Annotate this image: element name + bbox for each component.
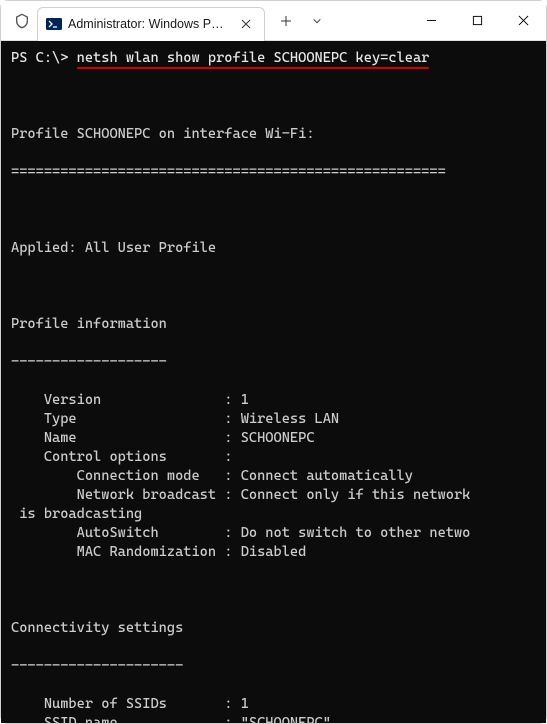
shield-icon (13, 12, 31, 30)
tab-title: Administrator: Windows Powe… (68, 17, 228, 31)
output-row: Network broadcast : Connect only if this… (11, 486, 538, 505)
blank (11, 581, 538, 600)
connectivity-rows: Number of SSIDs : 1 SSID name : "SCHOONE… (11, 695, 538, 723)
applied-line: Applied: All User Profile (11, 239, 538, 258)
tab-dropdown-button[interactable] (303, 6, 331, 36)
terminal-output[interactable]: PS C:\> netsh wlan show profile SCHOONEP… (1, 41, 546, 723)
prompt: PS C:\> (11, 50, 77, 66)
powershell-icon (46, 16, 62, 32)
separator: ========================================… (11, 163, 538, 182)
section-title: Connectivity settings (11, 619, 538, 638)
section-title: Profile information (11, 315, 538, 334)
active-tab[interactable]: Administrator: Windows Powe… (37, 7, 265, 41)
output-row: MAC Randomization : Disabled (11, 543, 538, 562)
titlebar: Administrator: Windows Powe… (1, 1, 546, 41)
output-row: SSID name : "SCHOONEPC" (11, 714, 538, 723)
command: netsh wlan show profile SCHOONEPC key=cl… (77, 50, 430, 69)
output-row: Name : SCHOONEPC (11, 429, 538, 448)
maximize-button[interactable] (454, 1, 500, 41)
section-dash: --------------------- (11, 657, 538, 676)
profile-info-rows: Version : 1 Type : Wireless LAN Name : S… (11, 391, 538, 562)
section-dash: ------------------- (11, 353, 538, 372)
output-row: AutoSwitch : Do not switch to other netw… (11, 524, 538, 543)
blank (11, 87, 538, 106)
window-controls (408, 1, 546, 41)
minimize-button[interactable] (408, 1, 454, 41)
blank (11, 201, 538, 220)
tab-close-button[interactable] (238, 16, 254, 32)
output-row: Number of SSIDs : 1 (11, 695, 538, 714)
profile-header: Profile SCHOONEPC on interface Wi-Fi: (11, 125, 538, 144)
output-row: Control options : (11, 448, 538, 467)
blank (11, 277, 538, 296)
close-button[interactable] (500, 1, 546, 41)
output-row: Connection mode : Connect automatically (11, 467, 538, 486)
output-row: Type : Wireless LAN (11, 410, 538, 429)
output-row: is broadcasting (11, 505, 538, 524)
output-row: Version : 1 (11, 391, 538, 410)
new-tab-button[interactable] (271, 6, 301, 36)
